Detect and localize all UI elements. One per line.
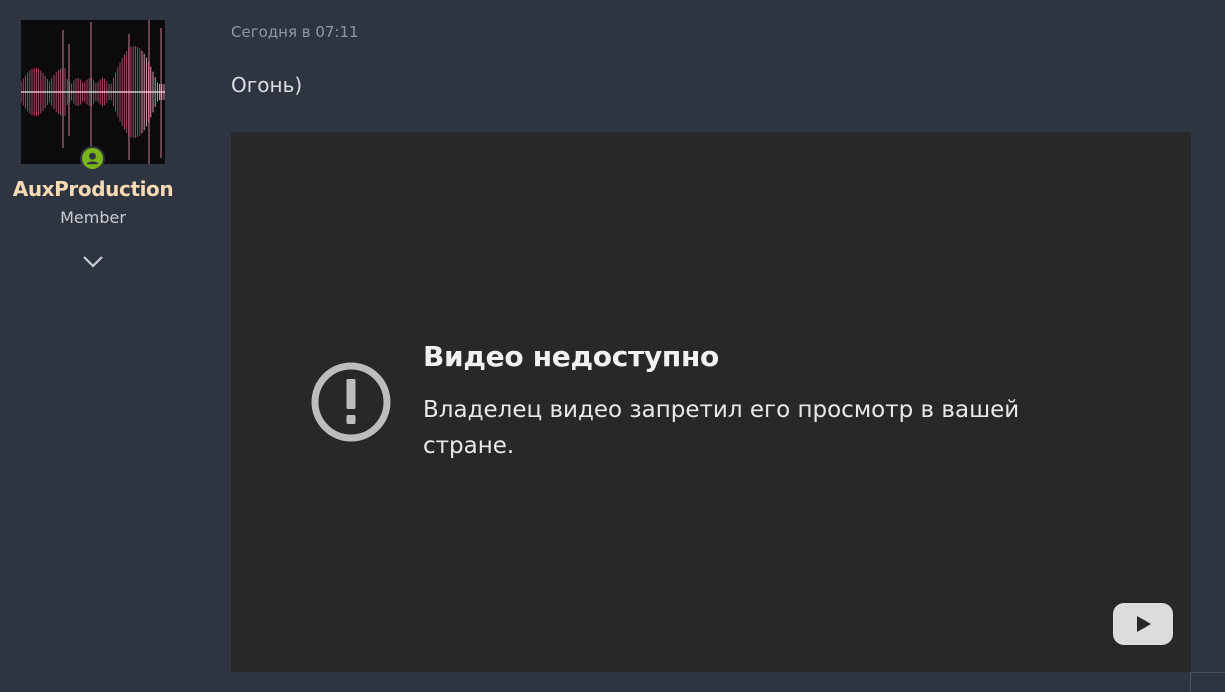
video-embed-player[interactable]: Видео недоступно Владелец видео запретил… [231, 132, 1191, 672]
post-message-text: Огонь) [231, 73, 303, 97]
video-error-message: Владелец видео запретил его просмотр в в… [423, 397, 1020, 459]
user-avatar[interactable] [21, 20, 165, 164]
user-role: Member [60, 208, 126, 227]
forum-post: AuxProduction Member Сегодня в 07:11 Ого… [0, 0, 1225, 692]
exclamation-circle-icon [311, 362, 391, 442]
username-link[interactable]: AuxProduction [0, 177, 186, 201]
corner-resize-handle [1190, 672, 1225, 692]
online-user-icon [82, 148, 103, 169]
video-error-title: Видео недоступно [423, 340, 719, 373]
waveform-avatar-icon [21, 20, 165, 164]
expand-user-info-button[interactable] [80, 250, 106, 272]
chevron-down-icon [83, 256, 103, 268]
youtube-play-icon[interactable] [1113, 603, 1173, 645]
post-date-link[interactable]: Сегодня в 07:11 [231, 23, 359, 41]
post-user-panel: AuxProduction Member [0, 0, 186, 692]
online-status-badge [80, 146, 105, 171]
